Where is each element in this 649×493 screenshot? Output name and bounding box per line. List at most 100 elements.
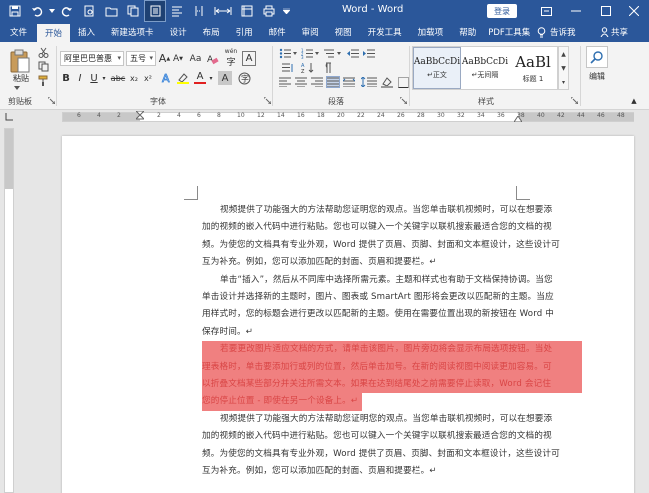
increase-indent-icon[interactable]: [362, 47, 376, 60]
line-spacing-icon[interactable]: [360, 76, 378, 88]
tab-developer[interactable]: 开发工具: [360, 22, 410, 42]
horizontal-ruler[interactable]: 6 4 2 2 4 6 8 10 12 14 16 18 20 22 24 26 28 30 32 34 36 38 40 4…: [62, 111, 634, 123]
multilevel-list-icon[interactable]: [322, 47, 342, 60]
sort-icon[interactable]: AZ: [300, 61, 316, 74]
align-center-icon[interactable]: [294, 76, 308, 88]
character-shading-button[interactable]: A: [218, 71, 232, 85]
paragraph-2[interactable]: 单击“插入”，然后从不同库中选择所需元素。主题和样式也有助于文档保持协调。当您 …: [202, 272, 582, 342]
copy-icon[interactable]: [122, 0, 144, 22]
bold-button[interactable]: B: [60, 71, 72, 85]
login-button[interactable]: 登录: [487, 4, 517, 18]
tab-review[interactable]: 审阅: [294, 22, 327, 42]
paragraph-3-highlighted[interactable]: 若要更改图片适应文档的方式，请单击该图片，图片旁边将会显示布局选项按钮。当处 理…: [202, 341, 582, 418]
grow-font-button[interactable]: A ▲: [158, 51, 171, 66]
minimize-icon[interactable]: [562, 0, 590, 22]
vertical-ruler[interactable]: [4, 128, 14, 493]
clear-format-icon[interactable]: A: [206, 51, 220, 66]
tell-me-box[interactable]: 告诉我: [537, 22, 576, 42]
tab-insert[interactable]: 插入: [70, 22, 103, 42]
tab-file[interactable]: 文件: [0, 22, 37, 42]
font-color-button[interactable]: A: [193, 71, 207, 85]
style-normal[interactable]: AaBbCcDi ↵正文: [413, 47, 461, 89]
indent-marker-icon[interactable]: [136, 111, 144, 123]
maximize-icon[interactable]: [592, 0, 620, 22]
paragraph-launcher-icon[interactable]: [398, 95, 408, 105]
italic-button[interactable]: I: [74, 71, 86, 85]
undo-dropdown-icon[interactable]: [48, 0, 56, 22]
highlight-color-icon[interactable]: [176, 71, 190, 85]
change-case-button[interactable]: Aa: [187, 51, 204, 66]
editing-label[interactable]: 编辑: [584, 70, 610, 82]
tab-selector-icon[interactable]: [4, 111, 15, 122]
close-icon[interactable]: [620, 0, 648, 22]
text-effects-icon[interactable]: A: [160, 71, 174, 85]
customize-qat-icon[interactable]: [280, 0, 292, 22]
styles-more-icon[interactable]: ▾: [562, 79, 565, 86]
superscript-button[interactable]: x²: [142, 71, 154, 85]
width-icon[interactable]: [210, 0, 236, 22]
tab-new-tab[interactable]: 新建选项卡: [103, 22, 162, 42]
styles-scroll-down-icon[interactable]: ▼: [561, 65, 566, 72]
font-name-combo[interactable]: 阿里巴巴普惠 ▾: [60, 51, 124, 66]
search-icon[interactable]: [586, 46, 608, 68]
phonetic-guide-button[interactable]: wén 字: [222, 48, 240, 68]
read-mode-icon[interactable]: [144, 0, 166, 22]
format-painter-icon[interactable]: [37, 74, 49, 86]
font-launcher-icon[interactable]: [262, 95, 272, 105]
tab-pdf-tools[interactable]: PDF工具集: [484, 22, 534, 42]
vertical-scrollbar[interactable]: [636, 126, 648, 493]
document-page[interactable]: 视频提供了功能强大的方法帮助您证明您的观点。当您单击联机视频时，可以在想要添 加…: [62, 136, 634, 493]
open-folder-icon[interactable]: [100, 0, 122, 22]
enclose-characters-icon[interactable]: 字: [236, 71, 252, 85]
decrease-indent-icon[interactable]: [346, 47, 360, 60]
style-heading-1[interactable]: AaBl 标题 1: [509, 47, 557, 89]
paragraph-4[interactable]: 视频提供了功能强大的方法帮助您证明您的观点。当您单击联机视频时，可以在想要添 加…: [202, 411, 582, 481]
cut-icon[interactable]: [37, 46, 49, 58]
share-button[interactable]: 共享: [600, 22, 628, 42]
shrink-font-button[interactable]: A ▼: [172, 51, 184, 66]
align-right-icon[interactable]: [310, 76, 324, 88]
align-left-icon[interactable]: [278, 76, 292, 88]
clipboard-launcher-icon[interactable]: [46, 95, 56, 105]
tab-addins[interactable]: 加载项: [410, 22, 452, 42]
font-color-dropdown-icon[interactable]: ▾: [207, 71, 215, 85]
align-icon[interactable]: [166, 0, 188, 22]
paste-dropdown-icon[interactable]: [12, 84, 22, 92]
font-size-combo[interactable]: 五号 ▾: [126, 51, 156, 66]
chinese-layout-icon[interactable]: [280, 61, 296, 74]
tab-layout[interactable]: 布局: [195, 22, 228, 42]
show-formatting-marks-icon[interactable]: [320, 61, 334, 74]
underline-dropdown-icon[interactable]: ▾: [100, 71, 108, 85]
distributed-icon[interactable]: [342, 76, 356, 88]
tab-references[interactable]: 引用: [228, 22, 261, 42]
styles-scroll-up-icon[interactable]: ▲: [561, 51, 566, 58]
subscript-button[interactable]: x₂: [128, 71, 140, 85]
tab-view[interactable]: 视图: [327, 22, 360, 42]
borders-icon[interactable]: [396, 76, 410, 88]
paragraph-1[interactable]: 视频提供了功能强大的方法帮助您证明您的观点。当您单击联机视频时，可以在想要添 加…: [202, 202, 582, 272]
tab-design[interactable]: 设计: [162, 22, 195, 42]
copy-format-icon[interactable]: [37, 60, 49, 72]
ribbon-display-options-icon[interactable]: [532, 0, 560, 22]
tab-help[interactable]: 帮助: [451, 22, 484, 42]
column-break-icon[interactable]: [188, 0, 210, 22]
print-preview-icon[interactable]: [78, 0, 100, 22]
undo-icon[interactable]: [26, 0, 48, 22]
tab-mailings[interactable]: 邮件: [261, 22, 294, 42]
underline-button[interactable]: U: [88, 71, 100, 85]
margins-icon[interactable]: [236, 0, 258, 22]
character-border-button[interactable]: A: [242, 51, 256, 66]
style-no-spacing[interactable]: AaBbCcDi ↵无间隔: [461, 47, 509, 89]
collapse-ribbon-icon[interactable]: ▲: [628, 96, 640, 106]
redo-icon[interactable]: [56, 0, 78, 22]
shading-icon[interactable]: [380, 76, 396, 88]
justify-icon[interactable]: [326, 76, 340, 88]
numbering-icon[interactable]: 123: [300, 47, 320, 60]
right-indent-marker-icon[interactable]: [514, 115, 522, 123]
tab-home[interactable]: 开始: [37, 24, 71, 42]
strikethrough-button[interactable]: abc: [110, 71, 126, 85]
bullets-icon[interactable]: [278, 47, 298, 60]
print-icon[interactable]: [258, 0, 280, 22]
styles-launcher-icon[interactable]: [569, 95, 579, 105]
save-icon[interactable]: [4, 0, 26, 22]
